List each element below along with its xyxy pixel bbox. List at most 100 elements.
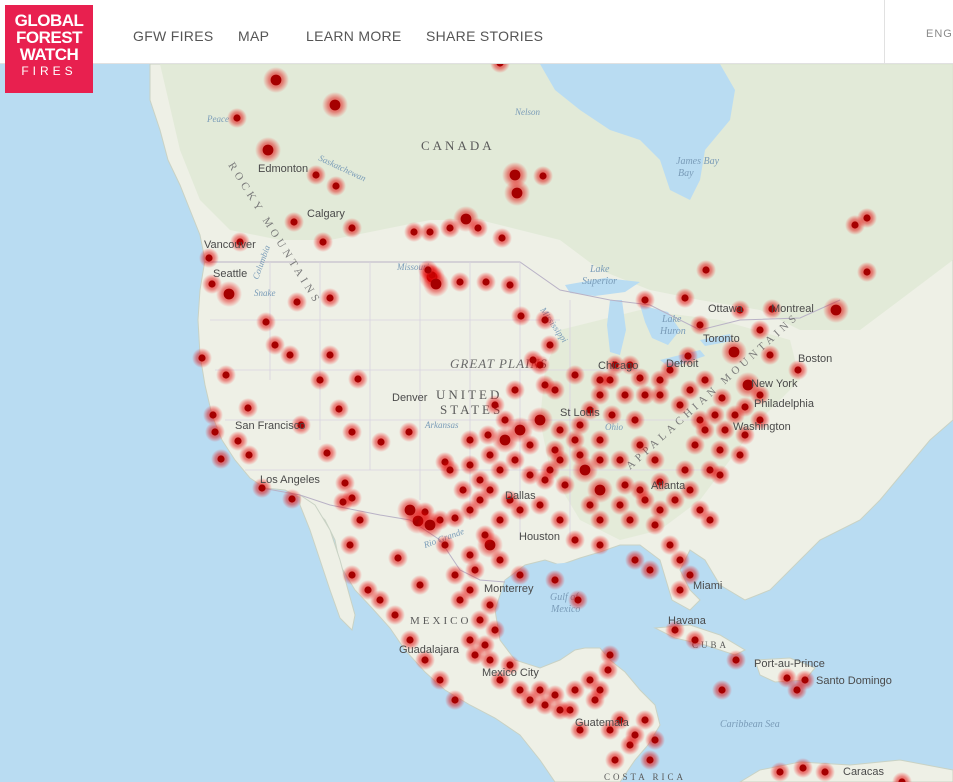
fire-marker[interactable] <box>332 182 340 190</box>
fire-marker[interactable] <box>718 394 726 402</box>
fire-marker[interactable] <box>776 768 784 776</box>
fire-marker[interactable] <box>546 341 554 349</box>
fire-marker[interactable] <box>728 346 740 358</box>
fire-marker[interactable] <box>616 456 624 464</box>
fire-marker[interactable] <box>596 456 604 464</box>
fire-marker[interactable] <box>410 228 418 236</box>
nav-map[interactable]: MAP <box>238 28 269 44</box>
fire-marker[interactable] <box>651 521 659 529</box>
fire-marker[interactable] <box>656 391 664 399</box>
fire-marker[interactable] <box>456 278 464 286</box>
fire-marker[interactable] <box>319 238 327 246</box>
fire-marker[interactable] <box>426 228 434 236</box>
fire-marker[interactable] <box>696 506 704 514</box>
fire-marker[interactable] <box>706 516 714 524</box>
fire-marker[interactable] <box>293 298 301 306</box>
fire-marker[interactable] <box>376 596 384 604</box>
language-selector[interactable]: ENGLISH <box>926 28 953 40</box>
fire-marker[interactable] <box>466 586 474 594</box>
fire-marker[interactable] <box>596 391 604 399</box>
fire-marker[interactable] <box>656 376 664 384</box>
fire-marker[interactable] <box>208 280 216 288</box>
fire-marker[interactable] <box>484 431 492 439</box>
nav-share-stories[interactable]: SHARE STORIES <box>426 28 543 44</box>
fire-marker[interactable] <box>604 666 612 674</box>
fire-marker[interactable] <box>641 296 649 304</box>
fire-marker[interactable] <box>198 354 206 362</box>
fire-map[interactable]: James Bay Bay Lake Superior Lake Huron G… <box>0 64 953 782</box>
fire-marker[interactable] <box>335 405 343 413</box>
fire-marker[interactable] <box>799 764 807 772</box>
fire-marker[interactable] <box>348 224 356 232</box>
fire-marker[interactable] <box>466 636 474 644</box>
fire-marker[interactable] <box>421 656 429 664</box>
fire-marker[interactable] <box>801 676 809 684</box>
fire-marker[interactable] <box>516 686 524 694</box>
fire-marker[interactable] <box>606 651 614 659</box>
fire-marker[interactable] <box>783 674 791 682</box>
fire-marker[interactable] <box>466 551 474 559</box>
fire-marker[interactable] <box>339 498 347 506</box>
fire-marker[interactable] <box>596 436 604 444</box>
fire-marker[interactable] <box>451 696 459 704</box>
fire-marker[interactable] <box>476 616 484 624</box>
fire-marker[interactable] <box>511 456 519 464</box>
fire-marker[interactable] <box>466 436 474 444</box>
fire-marker[interactable] <box>686 571 694 579</box>
fire-marker[interactable] <box>641 391 649 399</box>
fire-marker[interactable] <box>671 496 679 504</box>
fire-marker[interactable] <box>536 501 544 509</box>
fire-marker[interactable] <box>536 686 544 694</box>
fire-marker[interactable] <box>451 571 459 579</box>
fire-marker[interactable] <box>556 456 564 464</box>
fire-marker[interactable] <box>223 288 235 300</box>
fire-marker[interactable] <box>702 266 710 274</box>
fire-marker[interactable] <box>631 556 639 564</box>
fire-marker[interactable] <box>576 451 584 459</box>
fire-marker[interactable] <box>671 626 679 634</box>
fire-marker[interactable] <box>863 268 871 276</box>
fire-marker[interactable] <box>323 449 331 457</box>
fire-marker[interactable] <box>391 611 399 619</box>
fire-marker[interactable] <box>481 531 489 539</box>
fire-marker[interactable] <box>646 566 654 574</box>
fire-marker[interactable] <box>244 404 252 412</box>
fire-marker[interactable] <box>681 294 689 302</box>
fire-marker[interactable] <box>611 756 619 764</box>
fire-marker[interactable] <box>316 376 324 384</box>
nav-gfw-fires[interactable]: GFW FIRES <box>133 28 213 44</box>
fire-marker[interactable] <box>511 386 519 394</box>
fire-marker[interactable] <box>631 731 639 739</box>
fire-marker[interactable] <box>262 144 274 156</box>
fire-marker[interactable] <box>551 386 559 394</box>
fire-marker[interactable] <box>377 438 385 446</box>
fire-marker[interactable] <box>561 481 569 489</box>
fire-marker[interactable] <box>651 456 659 464</box>
fire-marker[interactable] <box>496 556 504 564</box>
fire-marker[interactable] <box>364 586 372 594</box>
fire-marker[interactable] <box>621 391 629 399</box>
fire-marker[interactable] <box>205 254 213 262</box>
fire-marker[interactable] <box>270 74 282 86</box>
fire-marker[interactable] <box>326 351 334 359</box>
fire-marker[interactable] <box>466 506 474 514</box>
fire-marker[interactable] <box>636 374 644 382</box>
fire-marker[interactable] <box>731 411 739 419</box>
fire-marker[interactable] <box>474 224 482 232</box>
fire-marker[interactable] <box>516 506 524 514</box>
fire-marker[interactable] <box>406 636 414 644</box>
fire-marker[interactable] <box>456 596 464 604</box>
fire-marker[interactable] <box>498 234 506 242</box>
fire-marker[interactable] <box>646 756 654 764</box>
fire-marker[interactable] <box>586 676 594 684</box>
fire-marker[interactable] <box>471 651 479 659</box>
fire-marker[interactable] <box>863 214 871 222</box>
fire-marker[interactable] <box>736 451 744 459</box>
fire-marker[interactable] <box>341 479 349 487</box>
fire-marker[interactable] <box>211 428 219 436</box>
fire-marker[interactable] <box>556 516 564 524</box>
fire-marker[interactable] <box>446 466 454 474</box>
fire-marker[interactable] <box>676 556 684 564</box>
fire-marker[interactable] <box>666 541 674 549</box>
fire-marker[interactable] <box>416 581 424 589</box>
